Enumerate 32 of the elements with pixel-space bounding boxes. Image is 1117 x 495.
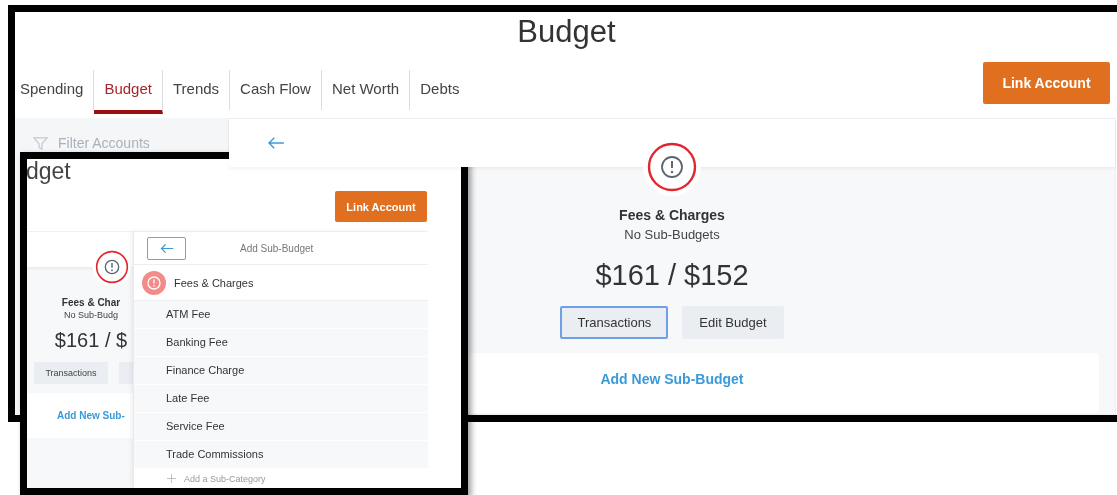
- category-name: Fees & Char: [61, 297, 121, 308]
- subcategory-item[interactable]: Banking Fee: [134, 329, 428, 358]
- subcategory-item[interactable]: Trade Commissions: [134, 441, 428, 470]
- nav-tab[interactable]: Spending: [15, 70, 95, 110]
- nav-tab[interactable]: Net Worth: [321, 70, 411, 110]
- sub-budget-count: No Sub-Budgets: [624, 227, 720, 242]
- nav-tab[interactable]: Budget: [94, 70, 163, 114]
- panel-title: Add Sub-Budget: [240, 242, 314, 254]
- nav-tab[interactable]: Debts: [410, 70, 470, 110]
- subcategory-item[interactable]: ATM Fee: [134, 301, 428, 330]
- subcategory-item[interactable]: Service Fee: [134, 413, 428, 442]
- budget-amount: $161 / $152: [595, 259, 749, 292]
- filter-icon: [33, 135, 48, 151]
- page-title: Budget: [516, 13, 617, 51]
- category-name: Fees & Charges: [174, 276, 254, 289]
- nav-tab[interactable]: Trends: [162, 70, 231, 110]
- back-arrow-icon[interactable]: [267, 136, 285, 150]
- action-button[interactable]: Transactions: [560, 306, 669, 339]
- subcategory-item[interactable]: Late Fee: [134, 385, 428, 414]
- alert-icon: [142, 270, 166, 295]
- sub-budget-count: No Sub-Budg: [63, 310, 118, 320]
- category-name: Fees & Charges: [619, 207, 725, 223]
- budget-amount: $161 / $: [54, 329, 128, 352]
- nav-tab[interactable]: Cash Flow: [230, 70, 322, 110]
- action-button[interactable]: Edit Budget: [682, 306, 784, 339]
- page-title: dget: [27, 159, 72, 186]
- plus-icon[interactable]: [167, 474, 176, 484]
- action-button[interactable]: Transactions: [34, 362, 108, 384]
- back-button[interactable]: [147, 236, 186, 260]
- back-arrow-icon: [159, 242, 174, 254]
- filter-field[interactable]: Filter Accounts: [56, 134, 200, 152]
- subcategory-item[interactable]: Finance Charge: [134, 357, 428, 386]
